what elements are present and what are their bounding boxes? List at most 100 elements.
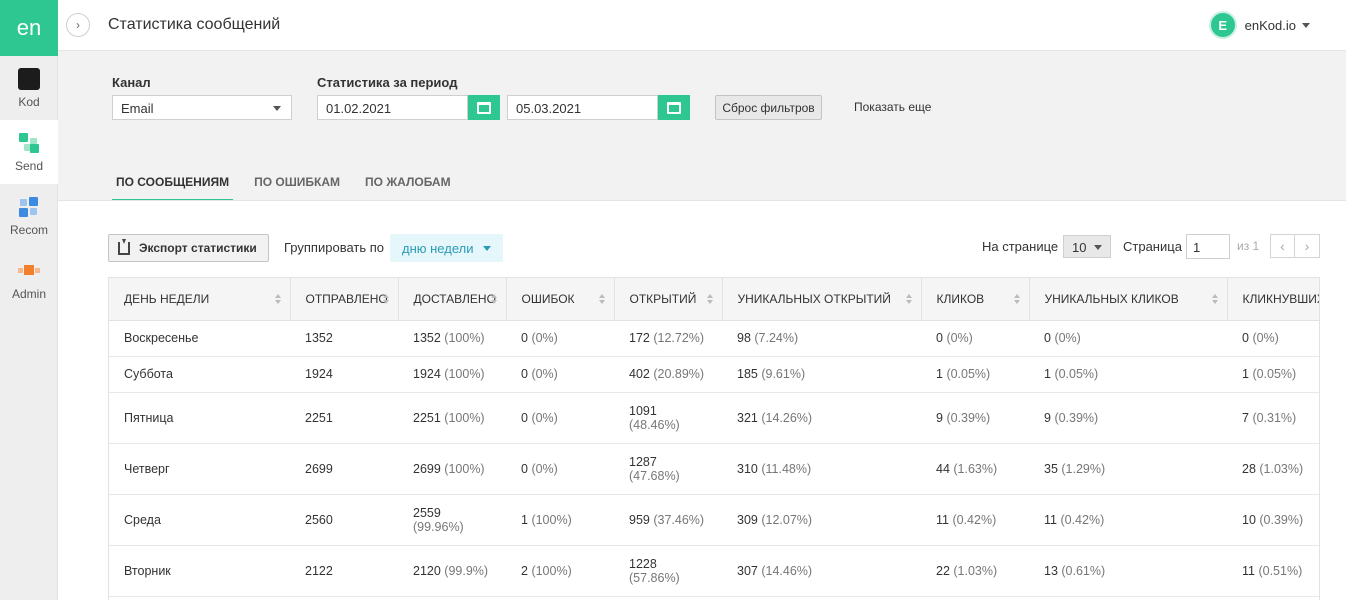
cell-percent: (14.46%) [761, 563, 813, 578]
chevron-down-icon [483, 246, 491, 251]
cell-day: Вторник [109, 545, 290, 597]
cell-percent: (100%) [444, 367, 485, 381]
cell-value: 0 [521, 367, 528, 381]
cell-unique-opens: 309 (12.07%) [722, 494, 921, 546]
date-to-calendar-button[interactable] [658, 95, 690, 120]
cell-percent: (1.29%) [1061, 461, 1106, 476]
cell-percent: (12.72%) [653, 331, 705, 345]
cell-delivered: 1924 (100%) [398, 356, 506, 393]
channel-label: Канал [112, 75, 151, 90]
cell-value: 44 [936, 461, 950, 476]
logo[interactable]: en [0, 0, 58, 56]
cell-value: 1091 [629, 403, 657, 418]
cell-percent: (99.96%) [413, 519, 464, 534]
cell-percent: (37.46%) [653, 512, 705, 527]
sidebar-item-send[interactable]: Send [0, 120, 58, 184]
cell-value: 402 [629, 367, 650, 381]
reset-filters-button[interactable]: Сброс фильтров [715, 95, 822, 120]
expand-sidebar-button[interactable]: › [66, 13, 90, 37]
tab-complaints[interactable]: ПО ЖАЛОБАМ [361, 175, 455, 201]
next-page-button[interactable]: › [1295, 234, 1320, 258]
cell-percent: (100%) [444, 410, 485, 425]
cell-value: 22 [936, 563, 950, 578]
cell-percent: (0.31%) [1252, 410, 1297, 425]
cell-percent: (9.61%) [761, 367, 806, 381]
cell-clicks: 22 (1.03%) [921, 545, 1029, 597]
cell-value: 28 [1242, 461, 1256, 476]
cell-day: Воскресенье [109, 320, 290, 357]
date-from-input[interactable]: 01.02.2021 [317, 95, 468, 120]
cell-clicks: 11 (0.42%) [921, 494, 1029, 546]
cell-value: 11 [1242, 563, 1255, 578]
column-header[interactable]: ОТПРАВЛЕНО [290, 278, 399, 321]
cell-sent: 1352 [290, 320, 398, 357]
export-stats-button[interactable]: Экспорт статистики [108, 234, 269, 262]
cell-day: Среда [109, 494, 290, 546]
cell-unique-clicks: 0 (0%) [1029, 320, 1227, 357]
cell-value: 310 [737, 461, 758, 476]
prev-page-button[interactable]: ‹ [1270, 234, 1295, 258]
cell-unique-opens: 185 (9.61%) [722, 356, 921, 393]
sort-icon [490, 294, 498, 304]
group-by-select[interactable]: дню недели [390, 234, 503, 262]
per-page-value: 10 [1072, 240, 1087, 255]
cell-value: 2699 [413, 461, 441, 476]
cell-clicks: 1 (0.05%) [921, 356, 1029, 393]
column-header[interactable]: ДЕНЬ НЕДЕЛИ [109, 278, 291, 321]
per-page-select[interactable]: 10 [1063, 235, 1111, 258]
cell-opens: 1287 (47.68%) [614, 443, 722, 495]
cell-percent: (100%) [531, 512, 572, 527]
calendar-icon [667, 101, 681, 114]
column-header[interactable]: УНИКАЛЬНЫХ ОТКРЫТИЙ [722, 278, 922, 321]
column-header[interactable]: ДОСТАВЛЕНО [398, 278, 507, 321]
cell-sent: 1924 [290, 356, 398, 393]
cell-value: 98 [737, 331, 751, 345]
cell-sent: 2251 [290, 392, 398, 444]
header: › Статистика сообщений E enKod.io [58, 0, 1346, 51]
sort-icon [274, 294, 282, 304]
sidebar: en Kod Send Recom Admin [0, 0, 58, 600]
kod-icon [18, 67, 40, 90]
recom-icon [18, 196, 40, 218]
cell-percent: (0.39%) [1259, 512, 1304, 527]
column-header[interactable]: УНИКАЛЬНЫХ КЛИКОВ [1029, 278, 1228, 321]
cell-sent: 2699 [290, 443, 398, 495]
cell-errors: 1 (100%) [506, 494, 614, 546]
sidebar-item-kod[interactable]: Kod [0, 56, 58, 120]
sidebar-item-label: Recom [9, 222, 48, 237]
sidebar-item-admin[interactable]: Admin [0, 248, 58, 312]
column-header[interactable]: КЛИКНУВШИХ [1227, 278, 1319, 321]
column-header[interactable]: ОШИБОК [506, 278, 615, 321]
cell-value: 2559 [413, 505, 441, 520]
cell-delivered: 2120 (99.9%) [398, 545, 506, 597]
cell-clicks: 9 (0.39%) [921, 392, 1029, 444]
page-input[interactable]: 1 [1186, 234, 1230, 259]
column-header[interactable]: КЛИКОВ [921, 278, 1030, 321]
cell-value: 7 [1242, 410, 1249, 425]
cell-value: 0 [521, 461, 528, 476]
cell-value: 0 [521, 410, 528, 425]
cell-unique-opens: 98 (7.24%) [722, 320, 921, 357]
cell-clickers: 1 (0.05%) [1227, 356, 1319, 393]
chevron-right-icon: › [76, 18, 80, 32]
account-menu[interactable]: E enKod.io [1208, 11, 1310, 39]
cell-unique-clicks: 1 (0.05%) [1029, 356, 1227, 393]
cell-value: 185 [737, 367, 758, 381]
date-from-calendar-button[interactable] [468, 95, 500, 120]
cell-percent: (0.05%) [1252, 367, 1297, 381]
sidebar-item-recom[interactable]: Recom [0, 184, 58, 248]
column-header[interactable]: ОТКРЫТИЙ [614, 278, 723, 321]
table-row: Среда 2560 2559 (99.96%) 1 (100%) 959 (37.46%… [109, 494, 1319, 546]
channel-select[interactable]: Email [112, 95, 292, 120]
cell-percent: (0.05%) [1054, 367, 1099, 381]
table-row: Воскресенье 1352 1352 (100%) 0 (0%) 172 (12.… [109, 320, 1319, 357]
group-by-label: Группировать по [284, 240, 385, 255]
tab-messages[interactable]: ПО СООБЩЕНИЯМ [112, 175, 234, 201]
tab-errors[interactable]: ПО ОШИБКАМ [250, 175, 344, 201]
cell-clickers: 28 (1.03%) [1227, 443, 1319, 495]
date-to-input[interactable]: 05.03.2021 [507, 95, 658, 120]
show-more-link[interactable]: Показать еще [854, 100, 931, 114]
cell-percent: (0.42%) [1060, 512, 1105, 527]
cell-errors: 0 (0%) [506, 392, 614, 444]
cell-clickers: 7 (0.31%) [1227, 392, 1319, 444]
